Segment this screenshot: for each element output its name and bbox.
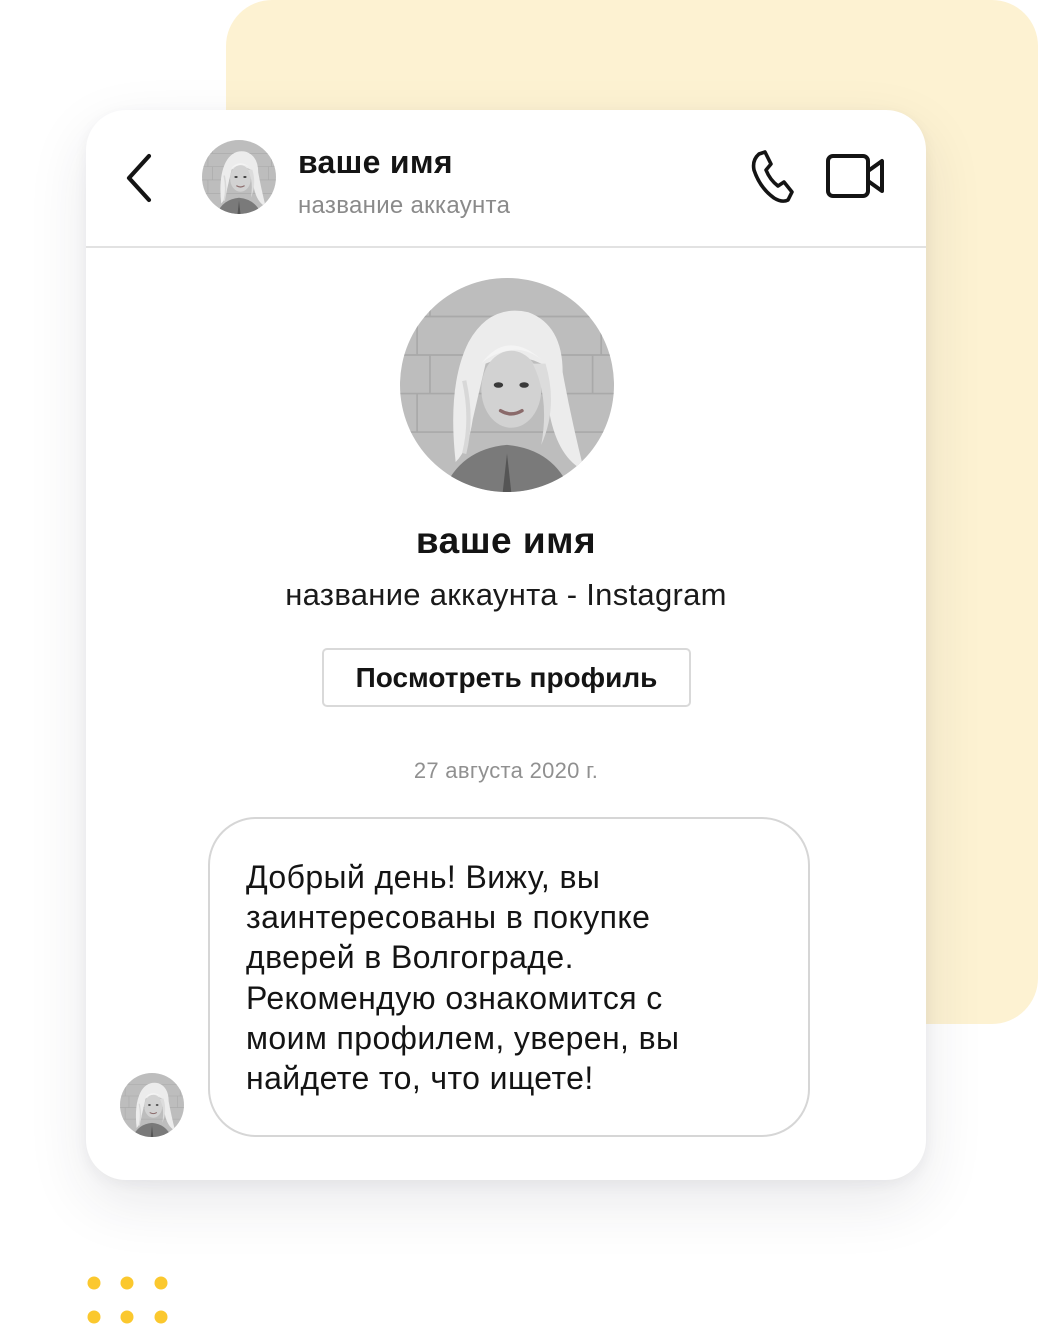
decorative-dots [87,1276,168,1324]
conversation-date: 27 августа 2020 г. [413,758,599,783]
view-profile-button[interactable]: Посмотреть профиль [322,648,691,707]
back-button[interactable] [122,150,158,206]
chat-window: ваше имя название аккаунта ваше имя назв… [86,110,926,1180]
app-stage: ваше имя название аккаунта ваше имя назв… [0,0,1038,1324]
call-button[interactable] [746,148,796,206]
header-contact-name[interactable]: ваше имя [298,144,453,181]
profile-avatar[interactable] [400,278,614,492]
video-call-button[interactable] [824,152,888,200]
video-camera-icon [826,154,884,198]
chat-header: ваше имя название аккаунта [86,110,926,248]
message-sender-avatar[interactable] [120,1073,184,1137]
profile-account-line: название аккаунта - Instagram [285,577,727,612]
message-bubble[interactable]: Добрый день! Вижу, вы заинтересованы в п… [208,817,810,1137]
header-avatar[interactable] [202,140,276,214]
phone-icon [751,150,794,203]
chevron-left-icon [126,153,152,203]
header-account-name: название аккаунта [298,192,511,219]
message-text: Добрый день! Вижу, вы заинтересованы в п… [246,859,680,1097]
profile-name: ваше имя [415,520,597,561]
